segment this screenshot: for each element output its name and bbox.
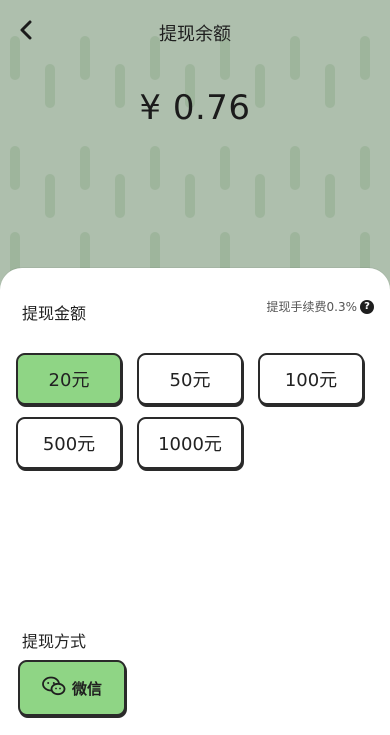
- withdraw-sheet: 提现金额 提现手续费0.3% ? 20元 50元 100元 500元 1000元…: [0, 268, 390, 735]
- amount-option-500[interactable]: 500元: [16, 417, 122, 469]
- header: 提现余额: [0, 0, 390, 64]
- fee-note: 提现手续费0.3% ?: [266, 298, 374, 315]
- amount-option-1000[interactable]: 1000元: [137, 417, 243, 469]
- method-section-label: 提现方式: [22, 632, 87, 651]
- fee-note-text: 提现手续费0.3%: [266, 300, 358, 314]
- amount-option-100[interactable]: 100元: [258, 353, 364, 405]
- wechat-method-label: 微信: [71, 679, 102, 698]
- amount-option-20[interactable]: 20元: [16, 353, 122, 405]
- wechat-icon: [42, 676, 66, 700]
- page-title: 提现余额: [159, 24, 231, 45]
- wechat-method-button[interactable]: 微信: [18, 660, 126, 716]
- balance-amount: ¥ 0.76: [139, 88, 251, 128]
- amount-option-50[interactable]: 50元: [137, 353, 243, 405]
- help-icon[interactable]: ?: [360, 299, 374, 314]
- amount-section-label: 提现金额: [22, 304, 87, 323]
